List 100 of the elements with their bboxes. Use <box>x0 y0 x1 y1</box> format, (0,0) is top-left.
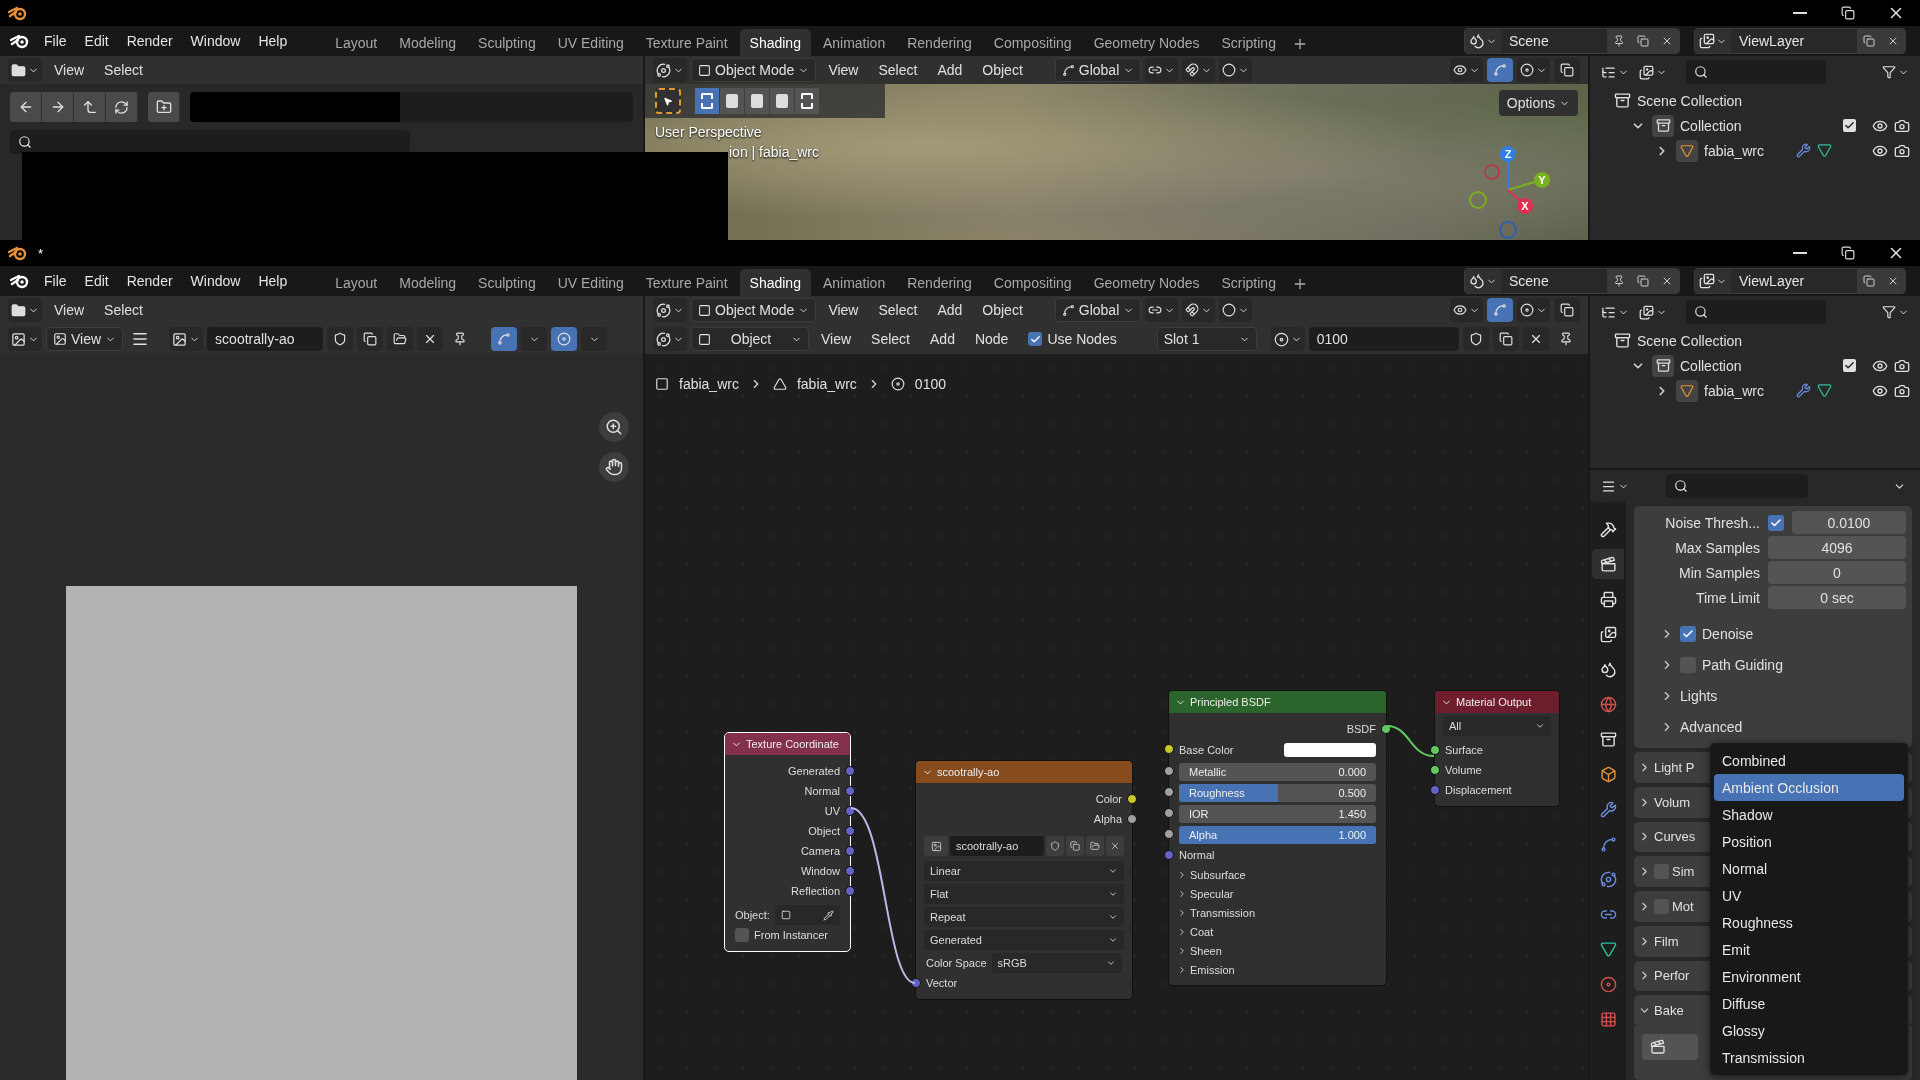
number-field[interactable]: 0 sec <box>1768 586 1906 609</box>
node-value-slider[interactable]: Metallic 0.000 <box>1179 762 1376 781</box>
outliner-item-label[interactable]: fabia_wrc <box>1704 382 1764 399</box>
menu-option[interactable]: Shadow <box>1714 801 1904 828</box>
image-name-field[interactable]: scootrally-ao <box>950 836 1044 856</box>
workspace-tab[interactable]: Geometry Nodes <box>1083 29 1210 56</box>
workspace-tab[interactable]: Texture Paint <box>635 29 738 56</box>
workspace-tab[interactable]: Compositing <box>983 269 1082 296</box>
workspace-tab[interactable]: Rendering <box>897 269 982 296</box>
menu-item[interactable]: Object <box>974 59 1031 81</box>
orientation-dropdown[interactable]: Global <box>1054 58 1142 82</box>
orientation-dropdown[interactable]: Global <box>1054 298 1142 322</box>
panel-toggle[interactable]: Subsurface <box>1169 865 1386 884</box>
outliner-item-label[interactable]: Scene Collection <box>1637 92 1743 109</box>
shader-type-dropdown[interactable]: Object <box>691 327 809 351</box>
panel-label[interactable]: Curves <box>1654 829 1696 845</box>
view-dropdown[interactable]: View <box>46 327 124 351</box>
workspace-tab[interactable]: Animation <box>812 29 896 56</box>
menu-item[interactable]: Select <box>96 299 151 321</box>
node-dropdown[interactable]: Repeat <box>924 907 1124 927</box>
node-dropdown[interactable]: Generated <box>924 930 1124 950</box>
node-header[interactable]: Principled BSDF <box>1169 691 1386 713</box>
material-name-field[interactable]: 0100 <box>1308 327 1459 351</box>
menu-item[interactable]: Node <box>966 328 1017 350</box>
workspace-tab[interactable]: Rendering <box>897 29 982 56</box>
workspace-tab[interactable]: Texture Paint <box>635 269 738 296</box>
workspace-tab[interactable]: UV Editing <box>547 29 634 56</box>
number-field[interactable]: 0 <box>1768 561 1906 584</box>
subpanel-label[interactable]: Path Guiding <box>1702 656 1783 673</box>
panel-label[interactable]: Sim <box>1672 864 1695 880</box>
outliner-item-label[interactable]: Collection <box>1680 117 1742 134</box>
axis-gizmo-drawing[interactable]: Z Y X <box>1468 142 1564 240</box>
menu-item[interactable]: Window <box>182 269 249 293</box>
menu-option[interactable]: UV <box>1714 882 1904 909</box>
workspace-tab[interactable]: Layout <box>325 269 388 296</box>
menu-item[interactable]: View <box>820 299 867 321</box>
panel-toggle[interactable]: Transmission <box>1169 903 1386 922</box>
menu-option[interactable]: Environment <box>1714 963 1904 990</box>
panel-label[interactable]: Volum <box>1654 794 1691 810</box>
panel-toggle[interactable]: Coat <box>1169 922 1386 941</box>
menu-option[interactable]: Emit <box>1714 936 1904 963</box>
menu-item[interactable]: Select <box>870 299 926 321</box>
mode-dropdown[interactable]: Object Mode <box>691 58 817 82</box>
menu-item[interactable]: Render <box>118 269 181 293</box>
menu-item[interactable]: Render <box>118 29 181 53</box>
node-number-field[interactable]: IOR 1.450 <box>1179 804 1376 823</box>
menu-item[interactable]: Select <box>863 328 918 350</box>
workspace-tab[interactable]: Animation <box>812 269 896 296</box>
mode-dropdown[interactable]: Object Mode <box>691 298 817 322</box>
menu-option[interactable]: Ambient Occlusion <box>1714 774 1904 801</box>
workspace-tab[interactable]: Shading <box>739 269 811 296</box>
node-dropdown[interactable]: sRGB <box>991 953 1122 973</box>
menu-item[interactable]: Add <box>929 299 971 321</box>
image-name-field[interactable]: scootrally-ao <box>207 327 324 351</box>
outliner-item-label[interactable]: fabia_wrc <box>1704 142 1764 159</box>
options-dropdown[interactable]: Options <box>1498 90 1578 116</box>
panel-label[interactable]: Film <box>1654 933 1679 949</box>
node-header[interactable]: Texture Coordinate <box>725 733 850 755</box>
outliner-item-label[interactable]: Scene Collection <box>1637 332 1743 349</box>
node-dropdown[interactable]: All <box>1443 716 1551 736</box>
menu-option[interactable]: Glossy <box>1714 1017 1904 1044</box>
node-value-slider[interactable]: Roughness 0.500 <box>1179 783 1376 802</box>
number-field[interactable]: 0.0100 <box>1792 511 1906 534</box>
panel-toggle[interactable]: Sheen <box>1169 941 1386 960</box>
menu-item[interactable]: View <box>813 328 860 350</box>
slot-dropdown[interactable]: Slot 1 <box>1156 327 1257 351</box>
menu-item[interactable]: File <box>36 29 75 53</box>
node-value-slider[interactable]: Alpha 1.000 <box>1179 825 1376 844</box>
menu-option[interactable]: Roughness <box>1714 909 1904 936</box>
panel-toggle[interactable]: Emission <box>1169 960 1386 979</box>
number-field[interactable]: 4096 <box>1768 536 1906 559</box>
menu-item[interactable]: Window <box>182 29 249 53</box>
menu-option[interactable]: Normal <box>1714 855 1904 882</box>
menu-item[interactable]: Select <box>96 59 151 81</box>
workspace-tab[interactable]: Layout <box>325 29 388 56</box>
menu-item[interactable]: Add <box>922 328 963 350</box>
menu-option[interactable]: Combined <box>1714 747 1904 774</box>
menu-item[interactable]: Edit <box>76 269 117 293</box>
workspace-tab[interactable]: Modeling <box>389 269 467 296</box>
node-header[interactable]: Material Output <box>1435 691 1559 713</box>
menu-item[interactable]: Object <box>974 299 1031 321</box>
use-nodes-checkbox[interactable]: Use Nodes <box>1020 328 1125 350</box>
menu-item[interactable]: Help <box>250 29 296 53</box>
menu-item[interactable]: Help <box>250 269 296 293</box>
node-dropdown[interactable]: Flat <box>924 884 1124 904</box>
subpanel-label[interactable]: Denoise <box>1702 625 1754 642</box>
workspace-tab[interactable]: Modeling <box>389 29 467 56</box>
workspace-tab[interactable]: Sculpting <box>468 269 546 296</box>
workspace-tab[interactable]: Geometry Nodes <box>1083 269 1210 296</box>
workspace-tab[interactable]: Scripting <box>1211 29 1286 56</box>
workspace-tab[interactable]: UV Editing <box>547 269 634 296</box>
outliner-item-label[interactable]: Collection <box>1680 357 1742 374</box>
menu-item[interactable]: Add <box>929 59 971 81</box>
workspace-tab[interactable]: Scripting <box>1211 269 1286 296</box>
menu-item[interactable]: File <box>36 269 75 293</box>
menu-item[interactable]: Edit <box>76 29 117 53</box>
menu-item[interactable]: Select <box>870 59 926 81</box>
panel-label[interactable]: Light P <box>1654 759 1695 775</box>
panel-label[interactable]: Mot <box>1672 898 1694 914</box>
subpanel-label[interactable]: Advanced <box>1680 718 1743 735</box>
